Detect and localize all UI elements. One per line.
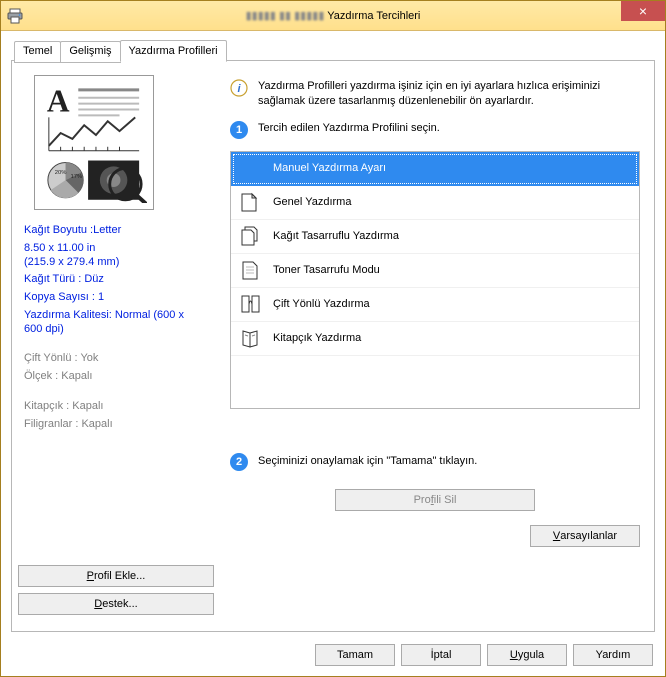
info-text: Yazdırma Profilleri yazdırma işiniz için… (258, 79, 640, 109)
step-2-icon: 2 (230, 453, 248, 471)
cancel-button[interactable]: İptal (401, 644, 481, 666)
step-2-text: Seçiminizi onaylamak için "Tamama" tıkla… (258, 454, 477, 469)
profile-label: Çift Yönlü Yazdırma (273, 298, 370, 310)
step-1-row: 1 Tercih edilen Yazdırma Profilini seçin… (230, 121, 640, 139)
svg-text:20%: 20% (55, 170, 68, 176)
tab-basic[interactable]: Temel (14, 41, 61, 63)
page-preview: A (34, 75, 154, 210)
support-button[interactable]: Destek... (18, 593, 214, 615)
summary-booklet: Kitapçık : Kapalı (24, 400, 204, 414)
summary-scale: Ölçek : Kapalı (24, 370, 204, 384)
info-icon: i (230, 79, 248, 97)
defaults-button[interactable]: Varsayılanlar (530, 525, 640, 547)
tab-print-profiles[interactable]: Yazdırma Profilleri (120, 40, 227, 62)
help-button[interactable]: Yardım (573, 644, 653, 666)
profile-label: Manuel Yazdırma Ayarı (273, 162, 386, 174)
profile-booklet[interactable]: Kitapçık Yazdırma (231, 322, 639, 356)
left-column: A (24, 75, 204, 435)
left-button-group: Profil Ekle... Destek... (18, 565, 218, 621)
booklet-icon (239, 327, 263, 349)
profile-toner-save[interactable]: Toner Tasarrufu Modu (231, 254, 639, 288)
profile-label: Toner Tasarrufu Modu (273, 264, 380, 276)
profile-label: Genel Yazdırma (273, 196, 351, 208)
duplex-icon (239, 293, 263, 315)
window-title: Yazdırma Tercihleri (327, 10, 420, 22)
svg-text:A: A (47, 83, 70, 118)
summary-duplex: Çift Yönlü : Yok (24, 352, 204, 366)
step-1-icon: 1 (230, 121, 248, 139)
page-icon (239, 191, 263, 213)
dialog-buttons: Tamam İptal Uygula Yardım (315, 644, 653, 666)
tab-panel: A (11, 60, 655, 632)
printer-icon (7, 8, 23, 24)
client-area: Temel Gelişmiş Yazdırma Profilleri A (1, 31, 665, 676)
profile-label: Kitapçık Yazdırma (273, 332, 361, 344)
profile-paper-save[interactable]: Kağıt Tasarruflu Yazdırma (231, 220, 639, 254)
summary-paper-size: Kağıt Boyutu :Letter (24, 224, 204, 238)
dialog-window: ▮▮▮▮▮ ▮▮ ▮▮▮▮▮ Yazdırma Tercihleri × Tem… (0, 0, 666, 677)
info-hint: i Yazdırma Profilleri yazdırma işiniz iç… (230, 79, 640, 109)
settings-summary: Kağıt Boyutu :Letter 8.50 x 11.00 in (21… (24, 224, 204, 431)
step-2-row: 2 Seçiminizi onaylamak için "Tamama" tık… (230, 453, 640, 471)
svg-text:17%: 17% (70, 174, 83, 180)
close-icon: × (639, 4, 647, 18)
title-blur: ▮▮▮▮▮ ▮▮ ▮▮▮▮▮ (246, 10, 325, 22)
close-button[interactable]: × (621, 1, 665, 21)
delete-profile-button: Profili Sil (335, 489, 535, 511)
right-column: i Yazdırma Profilleri yazdırma işiniz iç… (230, 79, 640, 547)
blank-icon (239, 157, 263, 179)
summary-watermark: Filigranlar : Kapalı (24, 418, 204, 432)
summary-quality: Yazdırma Kalitesi: Normal (600 x 600 dpi… (24, 309, 204, 337)
summary-dimensions: 8.50 x 11.00 in (215.9 x 279.4 mm) (24, 242, 204, 270)
ok-button[interactable]: Tamam (315, 644, 395, 666)
apply-button[interactable]: Uygula (487, 644, 567, 666)
toner-icon (239, 259, 263, 281)
summary-paper-type: Kağıt Türü : Düz (24, 273, 204, 287)
pages-icon (239, 225, 263, 247)
title-bar: ▮▮▮▮▮ ▮▮ ▮▮▮▮▮ Yazdırma Tercihleri × (1, 1, 665, 31)
profile-manual[interactable]: Manuel Yazdırma Ayarı (231, 152, 639, 186)
tab-advanced[interactable]: Gelişmiş (60, 41, 120, 63)
profile-label: Kağıt Tasarruflu Yazdırma (273, 230, 399, 242)
profile-list[interactable]: Manuel Yazdırma Ayarı Genel Yazdırma Kağ… (230, 151, 640, 409)
profile-duplex[interactable]: Çift Yönlü Yazdırma (231, 288, 639, 322)
add-profile-button[interactable]: Profil Ekle... (18, 565, 214, 587)
summary-copies: Kopya Sayısı : 1 (24, 291, 204, 305)
tab-strip: Temel Gelişmiş Yazdırma Profilleri (14, 40, 226, 62)
profile-general[interactable]: Genel Yazdırma (231, 186, 639, 220)
